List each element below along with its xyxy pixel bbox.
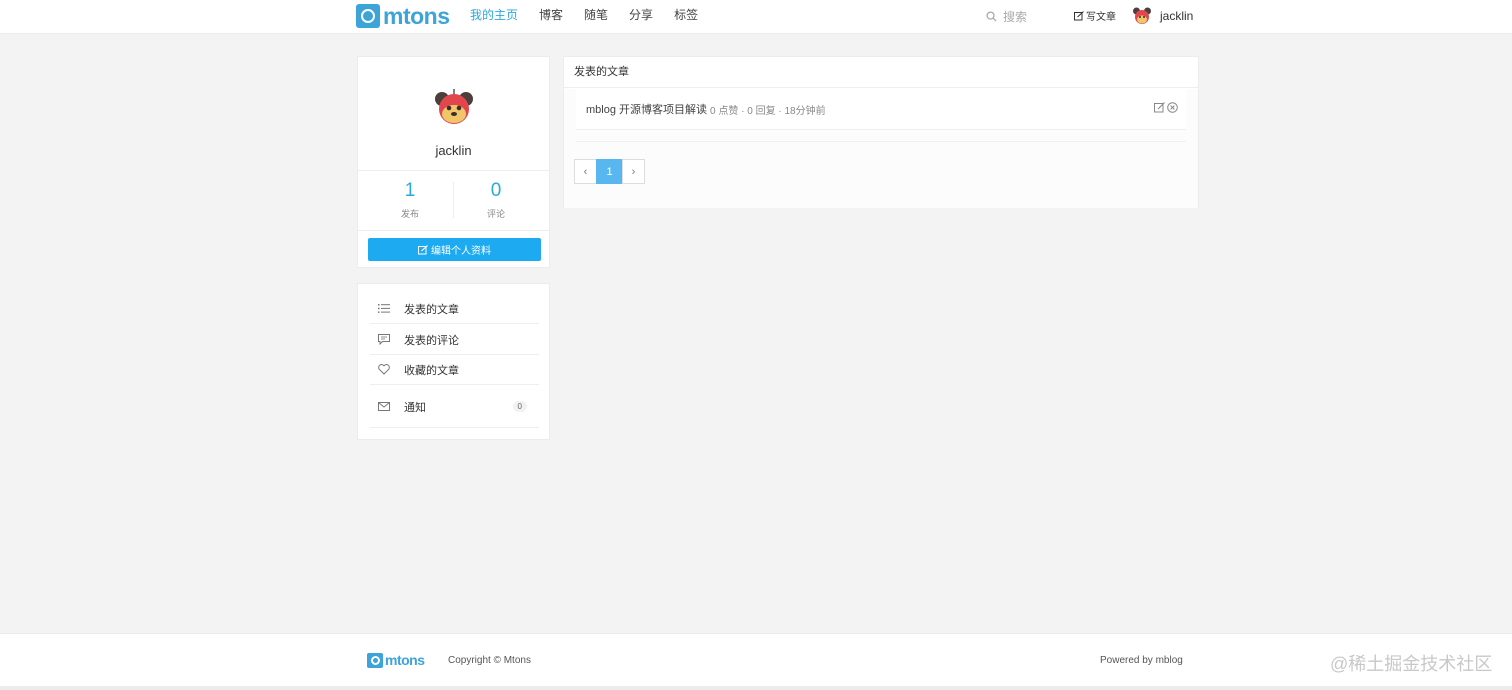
logo-mark-icon <box>367 653 383 668</box>
footer-logo-text: mtons <box>385 652 425 668</box>
nav-item-blog[interactable]: 博客 <box>539 0 563 34</box>
nav-item-home[interactable]: 我的主页 <box>470 0 518 34</box>
stat-comments[interactable]: 0 评论 <box>451 179 541 220</box>
edit-icon <box>1074 10 1084 20</box>
nav-item-notes[interactable]: 随笔 <box>584 0 608 34</box>
profile-avatar <box>435 89 473 124</box>
avatar <box>1133 7 1151 24</box>
edit-icon[interactable] <box>1154 102 1165 113</box>
divider <box>576 141 1186 142</box>
stat-posts-value: 1 <box>404 180 416 201</box>
nav-item-tags[interactable]: 标签 <box>674 0 698 34</box>
menu-item-label: 发表的文章 <box>404 303 459 316</box>
footer: mtons Copyright © Mtons Powered by mblog… <box>0 633 1512 686</box>
powered-by-link[interactable]: mblog <box>1156 655 1183 666</box>
profile-card: jacklin 1 发布 0 评论 编辑个人资料 <box>357 56 550 268</box>
panel-title: 发表的文章 <box>564 57 1198 88</box>
menu-item-posts[interactable]: 发表的文章 <box>370 294 539 324</box>
logo-text: mtons <box>383 3 450 29</box>
main-nav: 我的主页 博客 随笔 分享 标签 <box>470 0 719 34</box>
menu-item-label: 通知 <box>404 401 426 414</box>
pagination-page-current[interactable]: 1 <box>596 159 623 184</box>
posts-panel: 发表的文章 mblog 开源博客项目解读 0 点赞 · 0 回复 · 18分钟前… <box>563 56 1199 208</box>
comment-icon <box>378 334 392 345</box>
edit-profile-button[interactable]: 编辑个人资料 <box>368 238 541 261</box>
post-item: mblog 开源博客项目解读 0 点赞 · 0 回复 · 18分钟前 <box>576 89 1186 130</box>
menu-item-label: 发表的评论 <box>404 334 459 347</box>
pagination-prev[interactable]: ‹ <box>574 159 597 184</box>
edit-profile-label: 编辑个人资料 <box>431 246 491 257</box>
menu-item-favorites[interactable]: 收藏的文章 <box>370 355 539 385</box>
write-post-button[interactable]: 写文章 <box>1074 8 1116 23</box>
watermark-text: @稀土掘金技术社区 <box>1330 654 1493 674</box>
copyright-text: Copyright © Mtons <box>448 655 531 666</box>
menu-item-label: 收藏的文章 <box>404 364 459 377</box>
pagination-next[interactable]: › <box>622 159 645 184</box>
panel-body: mblog 开源博客项目解读 0 点赞 · 0 回复 · 18分钟前 ‹ 1 › <box>564 89 1198 208</box>
search-icon <box>986 10 997 22</box>
search-box[interactable]: 搜索 <box>986 8 1027 24</box>
logo-mark-icon <box>356 4 380 28</box>
menu-item-comments[interactable]: 发表的评论 <box>370 325 539 355</box>
pagination: ‹ 1 › <box>574 159 645 184</box>
stat-comments-label: 评论 <box>486 209 505 219</box>
delete-circle-icon[interactable] <box>1167 102 1178 113</box>
search-placeholder: 搜索 <box>1003 9 1028 24</box>
write-post-label: 写文章 <box>1086 12 1116 23</box>
post-actions <box>1152 102 1178 113</box>
user-menu[interactable]: jacklin <box>1132 6 1193 26</box>
nav-item-share[interactable]: 分享 <box>629 0 653 34</box>
top-navbar: mtons 我的主页 博客 随笔 分享 标签 搜索 写文章 jacklin <box>0 0 1512 34</box>
heart-icon <box>378 364 392 375</box>
powered-by-prefix: Powered by <box>1100 655 1153 666</box>
profile-name: jacklin <box>435 143 472 158</box>
footer-logo[interactable]: mtons <box>367 653 425 668</box>
stat-posts[interactable]: 1 发布 <box>365 179 455 220</box>
site-logo[interactable]: mtons <box>356 3 450 29</box>
stat-posts-label: 发布 <box>400 209 419 219</box>
mail-icon <box>378 402 392 411</box>
divider <box>358 170 549 171</box>
post-title-link[interactable]: mblog 开源博客项目解读 <box>586 101 707 117</box>
powered-by: Powered by mblog <box>1100 655 1183 666</box>
edit-icon <box>418 244 428 254</box>
divider <box>358 230 549 231</box>
post-meta: 0 点赞 · 0 回复 · 18分钟前 <box>710 105 826 117</box>
bottom-strip <box>0 686 1512 690</box>
list-icon <box>378 304 392 313</box>
stat-comments-value: 0 <box>490 180 502 201</box>
user-menu-card: 发表的文章 发表的评论 收藏的文章 通知 0 <box>357 283 550 440</box>
user-name: jacklin <box>1160 9 1194 23</box>
menu-item-notifications[interactable]: 通知 0 <box>370 386 539 428</box>
notification-count-badge: 0 <box>512 401 527 412</box>
